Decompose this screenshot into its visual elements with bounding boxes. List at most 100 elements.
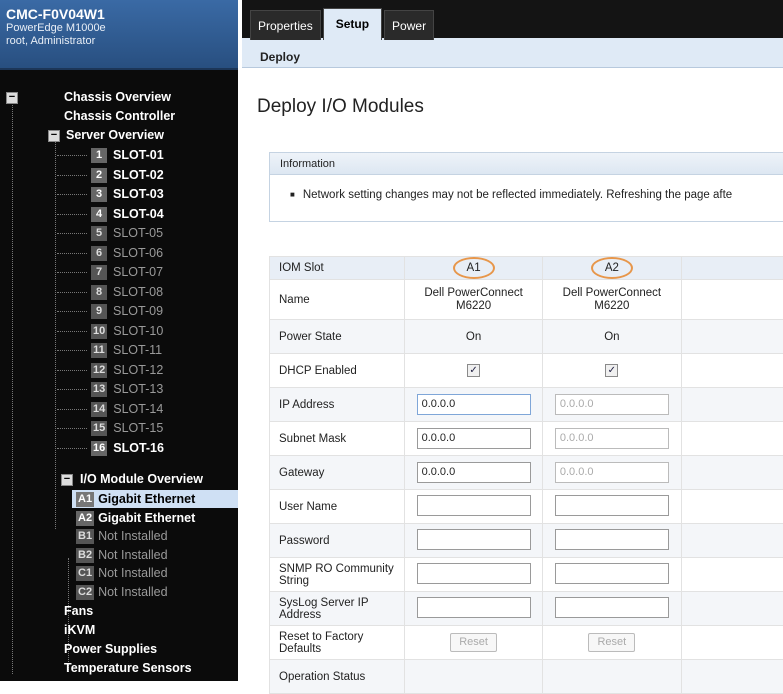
table-row: SNMP RO Community String xyxy=(270,558,783,592)
slot-label: SLOT-16 xyxy=(113,441,164,455)
tree-slot-15[interactable]: 15SLOT-15 xyxy=(57,419,163,437)
tree-slot-5[interactable]: 5SLOT-05 xyxy=(57,224,163,242)
tree-connector xyxy=(57,331,87,332)
io-slot-badge: A2 xyxy=(76,511,94,526)
io-slot-badge: C1 xyxy=(76,566,94,581)
tree-io-a1[interactable]: A1Gigabit Ethernet xyxy=(72,490,238,508)
collapse-server-icon[interactable]: − xyxy=(48,130,60,142)
tree-chassis-overview[interactable]: Chassis Overview xyxy=(64,88,171,106)
info-box: Information ■Network setting changes may… xyxy=(269,152,783,222)
tree-connector xyxy=(57,448,87,449)
a1-subnet-input[interactable]: 0.0.0.0 xyxy=(417,428,531,449)
collapse-chassis-icon[interactable]: − xyxy=(6,92,18,104)
tree-line xyxy=(55,141,56,529)
a2-snmp-input[interactable] xyxy=(555,563,669,584)
io-slot-badge: C2 xyxy=(76,585,94,600)
a1-reset-button[interactable]: Reset xyxy=(450,633,497,652)
tree-power-supplies[interactable]: Power Supplies xyxy=(64,640,157,658)
tab-setup[interactable]: Setup xyxy=(323,8,382,40)
tree-slot-13[interactable]: 13SLOT-13 xyxy=(57,380,163,398)
table-row: Reset to Factory Defaults Reset Reset xyxy=(270,626,783,660)
tab-properties[interactable]: Properties xyxy=(250,10,321,40)
tree-slot-6[interactable]: 6SLOT-06 xyxy=(57,244,163,262)
tree-slot-14[interactable]: 14SLOT-14 xyxy=(57,400,163,418)
tree-slot-11[interactable]: 11SLOT-11 xyxy=(57,341,162,359)
tree-slot-16[interactable]: 16SLOT-16 xyxy=(57,439,164,457)
io-module-label: Not Installed xyxy=(98,548,167,562)
tree-slot-3[interactable]: 3 SLOT-03 xyxy=(57,185,164,203)
bullet-icon: ■ xyxy=(290,190,295,199)
collapse-io-icon[interactable]: − xyxy=(61,474,73,486)
a1-dhcp-checkbox[interactable]: ✓ xyxy=(467,364,480,377)
a2-power-state: On xyxy=(543,320,681,354)
a1-user-input[interactable] xyxy=(417,495,531,516)
tree-io-c2[interactable]: C2Not Installed xyxy=(72,583,168,601)
io-slot-badge: B2 xyxy=(76,548,94,563)
tree-connector xyxy=(57,253,87,254)
a1-password-input[interactable] xyxy=(417,529,531,550)
tree-connector xyxy=(57,350,87,351)
tree-io-b2[interactable]: B2 Not Installed xyxy=(72,546,168,564)
label-power-state: Power State xyxy=(270,320,405,354)
tree-fans[interactable]: Fans xyxy=(64,602,93,620)
tree-io-b1[interactable]: B1Not Installed xyxy=(72,527,168,545)
tree-temperature-sensors[interactable]: Temperature Sensors xyxy=(64,659,192,677)
label-user: User Name xyxy=(270,490,405,524)
label-ip: IP Address xyxy=(270,388,405,422)
tree-slot-10[interactable]: 10SLOT-10 xyxy=(57,322,163,340)
slot-label: SLOT-03 xyxy=(113,187,164,201)
label-gateway: Gateway xyxy=(270,456,405,490)
tree-connector xyxy=(57,311,87,312)
tree-ikvm[interactable]: iKVM xyxy=(64,621,95,639)
chassis-header: CMC-F0V04W1 PowerEdge M1000e root, Admin… xyxy=(0,0,238,70)
tree-server-overview[interactable]: Server Overview xyxy=(66,126,164,144)
label-snmp: SNMP RO Community String xyxy=(270,558,405,592)
a2-dhcp-checkbox[interactable]: ✓ xyxy=(605,364,618,377)
tree-slot-4[interactable]: 4SLOT-04 xyxy=(57,205,164,223)
tree-slot-1[interactable]: 1SLOT-01 xyxy=(57,146,164,164)
sidebar: CMC-F0V04W1 PowerEdge M1000e root, Admin… xyxy=(0,0,238,681)
tree-io-c1[interactable]: C1 Not Installed xyxy=(72,564,168,582)
a2-reset-button[interactable]: Reset xyxy=(588,633,635,652)
tree-slot-9[interactable]: 9SLOT-09 xyxy=(57,302,163,320)
tab-bar: PropertiesSetupPower xyxy=(242,0,783,38)
tree-slot-2[interactable]: 2SLOT-02 xyxy=(57,166,164,184)
subtab-deploy[interactable]: Deploy xyxy=(260,50,300,64)
slot-number-badge: 6 xyxy=(91,246,107,261)
a2-password-input[interactable] xyxy=(555,529,669,550)
tree-connector xyxy=(57,272,87,273)
tree-slot-7[interactable]: 7SLOT-07 xyxy=(57,263,163,281)
slot-number-badge: 15 xyxy=(91,421,107,436)
slot-number-badge: 2 xyxy=(91,168,107,183)
tab-power[interactable]: Power xyxy=(384,10,434,40)
table-row: IOM Slot A1 A2 xyxy=(270,257,783,280)
slot-number-badge: 11 xyxy=(91,343,107,358)
table-row: Operation Status xyxy=(270,660,783,694)
a1-ip-input[interactable]: 0.0.0.0 xyxy=(417,394,531,415)
tree-chassis-controller[interactable]: Chassis Controller xyxy=(64,107,175,125)
a1-gateway-input[interactable]: 0.0.0.0 xyxy=(417,462,531,483)
label-syslog: SysLog Server IP Address xyxy=(270,592,405,626)
tree-io-overview[interactable]: I/O Module Overview xyxy=(80,470,203,488)
a1-snmp-input[interactable] xyxy=(417,563,531,584)
io-module-label: Gigabit Ethernet xyxy=(98,511,195,525)
a2-subnet-input[interactable]: 0.0.0.0 xyxy=(555,428,669,449)
a2-ip-input[interactable]: 0.0.0.0 xyxy=(555,394,669,415)
slot-number-badge: 3 xyxy=(91,187,107,202)
a1-name-line2: M6220 xyxy=(405,300,542,313)
a1-syslog-input[interactable] xyxy=(417,597,531,618)
tree-slot-12[interactable]: 12SLOT-12 xyxy=(57,361,163,379)
slot-number-badge: 12 xyxy=(91,363,107,378)
label-name: Name xyxy=(270,280,405,320)
a2-syslog-input[interactable] xyxy=(555,597,669,618)
tree-connector xyxy=(57,389,87,390)
a2-gateway-input[interactable]: 0.0.0.0 xyxy=(555,462,669,483)
io-module-label: Not Installed xyxy=(98,566,167,580)
tree-slot-8[interactable]: 8SLOT-08 xyxy=(57,283,163,301)
tree-io-a2[interactable]: A2 Gigabit Ethernet xyxy=(72,509,195,527)
a2-user-input[interactable] xyxy=(555,495,669,516)
slot-number-badge: 14 xyxy=(91,402,107,417)
io-module-label: Gigabit Ethernet xyxy=(98,492,195,506)
io-slot-badge: B1 xyxy=(76,529,94,544)
table-row: DHCP Enabled ✓ ✓ xyxy=(270,354,783,388)
